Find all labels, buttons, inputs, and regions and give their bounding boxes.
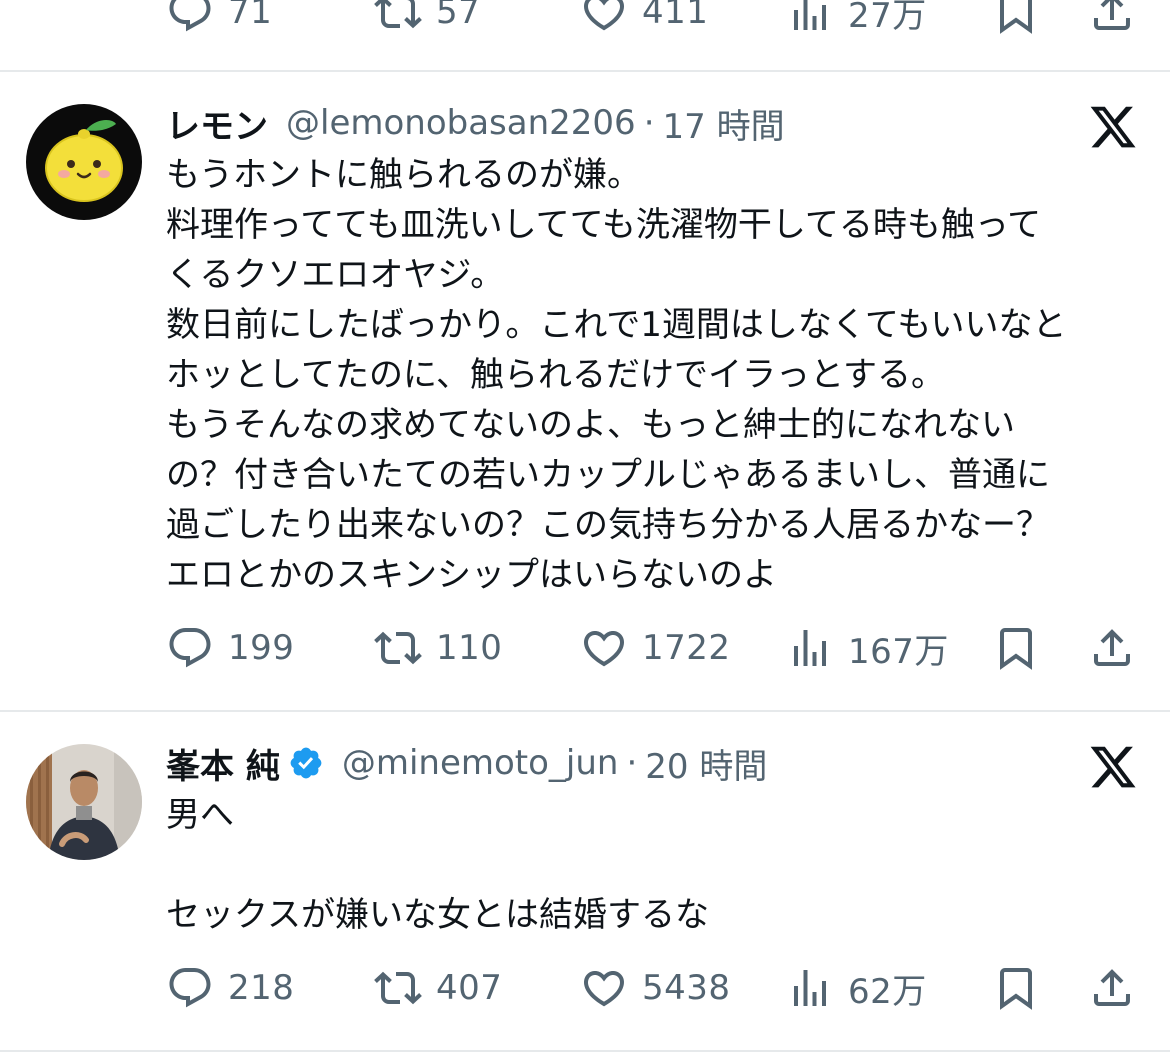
retweet-icon <box>374 624 422 672</box>
bookmark-icon <box>992 0 1040 36</box>
share-button[interactable] <box>1088 0 1136 42</box>
reply-count: 218 <box>228 968 295 1008</box>
views-count: 62万 <box>848 971 927 1012</box>
like-count: 5438 <box>642 968 731 1008</box>
separator: · <box>643 103 655 143</box>
bookmark-button[interactable] <box>992 958 1040 1018</box>
bookmark-icon <box>992 964 1040 1012</box>
retweet-icon <box>374 0 422 36</box>
share-icon <box>1088 624 1136 672</box>
heart-icon <box>580 964 628 1012</box>
share-icon <box>1088 964 1136 1012</box>
like-button[interactable]: 411 <box>580 0 708 42</box>
tweet-text-line: エロとかのスキンシップはいらないのよ <box>166 555 777 595</box>
tweet-text-line: 数日前にしたばっかり。これで1週間はしなくてもいいなと <box>166 305 1067 345</box>
share-button[interactable] <box>1088 958 1136 1018</box>
retweet-count: 110 <box>436 628 503 668</box>
share-button[interactable] <box>1088 618 1136 678</box>
user-handle[interactable]: @lemonobasan2206 <box>286 103 636 143</box>
display-name[interactable]: レモン <box>166 99 268 148</box>
tweet-text-line: セックスが嫌いな女とは結婚するな <box>166 895 709 935</box>
tweet-text-line <box>166 840 1146 890</box>
tweet-text-line: 男へ <box>166 795 234 835</box>
views-icon <box>786 624 834 672</box>
views-count: 27万 <box>848 0 927 36</box>
bookmark-button[interactable] <box>992 0 1040 42</box>
reply-button[interactable]: 71 <box>166 0 272 42</box>
tweet-actions: 218 407 5438 62万 <box>0 958 1170 1018</box>
like-button[interactable]: 1722 <box>580 618 731 678</box>
reply-count: 199 <box>228 628 295 668</box>
lemon-avatar-image <box>26 104 142 220</box>
reply-count: 71 <box>228 0 273 32</box>
retweet-button[interactable]: 407 <box>374 958 502 1018</box>
x-logo-icon[interactable] <box>1088 102 1138 152</box>
reply-icon <box>166 0 214 36</box>
like-button[interactable]: 5438 <box>580 958 731 1018</box>
divider <box>0 1050 1170 1052</box>
tweet-text-line: くるクソエロオヤジ。 <box>166 255 505 295</box>
tweet-text-line: 過ごしたり出来ないの？この気持ち分かる人居るかなー？ <box>166 505 1050 545</box>
heart-icon <box>580 624 628 672</box>
heart-icon <box>580 0 628 36</box>
tweet-text-line: の？付き合いたての若いカップルじゃあるまいし、普通に <box>166 455 1050 495</box>
views-button[interactable]: 27万 <box>786 0 927 42</box>
tweet-header: 峯本 純 @minemoto_jun · 20 時間 <box>166 738 767 788</box>
tweet-text: もうホントに触られるのが嫌。 料理作ってても皿洗いしてても洗濯物干してる時も触っ… <box>166 150 1146 600</box>
profile-photo-image <box>26 744 142 860</box>
reply-button[interactable]: 199 <box>166 618 294 678</box>
tweet-text-line: 料理作ってても皿洗いしてても洗濯物干してる時も触って <box>166 205 1042 245</box>
like-count: 411 <box>642 0 709 32</box>
retweet-button[interactable]: 110 <box>374 618 502 678</box>
timestamp[interactable]: 20 時間 <box>645 739 767 788</box>
separator: · <box>626 743 638 783</box>
retweet-count: 407 <box>436 968 503 1008</box>
tweet-text-line: ホッとしてたのに、触られるだけでイラっとする。 <box>166 355 945 395</box>
reply-icon <box>166 964 214 1012</box>
views-icon <box>786 0 834 36</box>
tweet-card[interactable]: 峯本 純 @minemoto_jun · 20 時間 男へ セックスが嫌いな女と… <box>0 712 1170 1050</box>
views-count: 167万 <box>848 631 949 672</box>
retweet-count: 57 <box>436 0 481 32</box>
share-icon <box>1088 0 1136 36</box>
tweet-text-line: もうホントに触られるのが嫌。 <box>166 155 641 195</box>
reply-button[interactable]: 218 <box>166 958 294 1018</box>
views-button[interactable]: 62万 <box>786 958 927 1018</box>
tweet-text: 男へ セックスが嫌いな女とは結婚するな <box>166 790 1146 940</box>
display-name[interactable]: 峯本 純 <box>166 739 280 788</box>
retweet-button[interactable]: 57 <box>374 0 480 42</box>
bookmark-button[interactable] <box>992 618 1040 678</box>
tweet-card[interactable]: レモン @lemonobasan2206 · 17 時間 もうホントに触られるの… <box>0 72 1170 710</box>
x-logo-icon[interactable] <box>1088 742 1138 792</box>
top-tweet-actions: 71 57 411 27万 <box>0 0 1170 42</box>
timestamp[interactable]: 17 時間 <box>663 99 785 148</box>
tweet-text-line: もうそんなの求めてないのよ、もっと紳士的になれない <box>166 405 1015 445</box>
retweet-icon <box>374 964 422 1012</box>
views-button[interactable]: 167万 <box>786 618 949 678</box>
tweet-header: レモン @lemonobasan2206 · 17 時間 <box>166 98 785 148</box>
avatar[interactable] <box>26 104 142 220</box>
reply-icon <box>166 624 214 672</box>
avatar[interactable] <box>26 744 142 860</box>
user-handle[interactable]: @minemoto_jun <box>342 743 619 783</box>
tweet-actions: 199 110 1722 167万 <box>0 618 1170 678</box>
verified-badge-icon <box>288 745 324 781</box>
like-count: 1722 <box>642 628 731 668</box>
views-icon <box>786 964 834 1012</box>
bookmark-icon <box>992 624 1040 672</box>
